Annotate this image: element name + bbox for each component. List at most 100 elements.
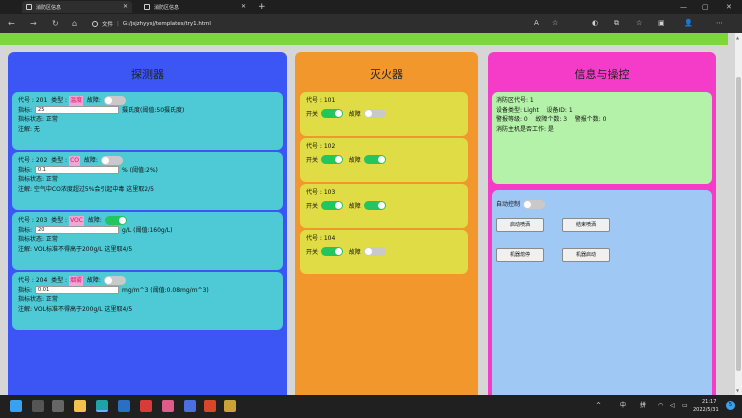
new-tab-button[interactable]: +	[258, 1, 266, 13]
fault-toggle[interactable]	[363, 201, 386, 210]
forward-icon[interactable]: →	[30, 18, 37, 29]
info-card: 消防区代号: 1 设备类型: Light 设备ID: 1 警报等级: 0 故障个…	[492, 92, 712, 184]
app-icon[interactable]	[162, 400, 174, 412]
close-icon[interactable]: ✕	[123, 3, 128, 10]
ime-mode[interactable]: 拼	[640, 402, 646, 410]
toggle-knob	[364, 110, 372, 117]
detector-code: 代号 : 202	[18, 157, 48, 164]
maximize-button[interactable]: ▢	[702, 1, 709, 13]
close-icon[interactable]: ✕	[241, 3, 246, 10]
read-aloud-icon[interactable]: A	[534, 18, 539, 29]
toggle-knob	[118, 217, 126, 225]
close-window-button[interactable]: ✕	[726, 1, 732, 13]
wifi-icon[interactable]: ◠	[658, 402, 663, 410]
fault-toggle[interactable]	[363, 109, 386, 118]
detector-note: 注解: 无	[18, 125, 40, 133]
minimize-button[interactable]: —	[680, 1, 687, 13]
clock-time[interactable]: 21:17	[702, 398, 716, 406]
scrollbar-thumb[interactable]	[736, 77, 741, 371]
app-icon[interactable]	[224, 400, 236, 412]
clock-date[interactable]: 2022/5/31	[693, 406, 719, 414]
task-view-icon[interactable]	[52, 400, 64, 412]
switch-label: 开关	[306, 111, 319, 118]
toggle-knob	[104, 97, 112, 105]
browser-tab-1[interactable]: 消防区信息 ✕	[22, 1, 132, 13]
battery-icon[interactable]: ▭	[682, 402, 688, 410]
url-field[interactable]: 文件 | G:/jsjzhyysj/templates/try1.html	[92, 17, 522, 30]
metric-unit: g/L (阈值:160g/L)	[122, 226, 173, 234]
start-icon[interactable]	[10, 400, 22, 412]
metric-input[interactable]: 25	[35, 106, 120, 115]
search-icon[interactable]	[32, 400, 44, 412]
fault-toggle[interactable]	[363, 155, 386, 164]
fault-toggle[interactable]	[103, 276, 126, 286]
fault-toggle[interactable]	[100, 156, 123, 166]
auto-control-toggle[interactable]	[523, 200, 546, 210]
scroll-down-icon[interactable]: ▼	[736, 388, 739, 393]
extinguisher-code: 代号 : 103	[306, 189, 336, 196]
fault-toggle[interactable]	[103, 96, 126, 106]
extinguisher-panel: 灭火器 代号 : 101 开关 故障 代号 : 102 开关 故障 代号 : 1…	[295, 52, 478, 395]
profile-icon[interactable]: 👤	[684, 18, 693, 29]
notification-badge[interactable]: 5	[726, 401, 735, 410]
switch-toggle[interactable]	[321, 109, 344, 118]
switch-toggle[interactable]	[321, 247, 344, 256]
file-explorer-icon[interactable]	[74, 400, 86, 412]
page-icon	[144, 4, 150, 10]
toggle-knob	[377, 202, 385, 209]
fault-toggle[interactable]	[363, 247, 386, 256]
extinguisher-card: 代号 : 102 开关 故障	[300, 138, 468, 182]
info-icon[interactable]	[92, 20, 98, 27]
refresh-icon[interactable]: ↻	[52, 18, 59, 29]
split-screen-icon[interactable]: ⧉	[614, 18, 619, 29]
app-icon[interactable]	[184, 400, 196, 412]
ime-language[interactable]: 中	[620, 402, 626, 410]
back-icon[interactable]: ←	[8, 18, 15, 29]
page-scrollbar[interactable]: ▲ ▼	[735, 33, 742, 395]
stop-machine-button[interactable]: 机器熄停	[496, 248, 544, 262]
browser-tab-2[interactable]: 消防区信息 ✕	[140, 1, 250, 13]
switch-toggle[interactable]	[321, 155, 344, 164]
stop-spray-button[interactable]: 结束喷洒	[562, 218, 610, 232]
toggle-knob	[101, 157, 109, 165]
tray-expand-icon[interactable]: ^	[596, 402, 601, 410]
start-spray-button[interactable]: 启动喷洒	[496, 218, 544, 232]
detector-note: 注解: VOL标准不得高于200g/L 这里取4/5	[18, 245, 133, 253]
switch-toggle[interactable]	[321, 201, 344, 210]
metric-unit: 摄氏度(阈值:50摄氏度)	[122, 106, 185, 114]
metric-status: 指标状态: 正常	[18, 236, 58, 243]
edge-browser-icon[interactable]	[96, 400, 108, 412]
toggle-knob	[335, 156, 343, 163]
metric-input[interactable]: 0.01	[35, 286, 120, 295]
fault-label: 故障:	[86, 97, 101, 104]
volume-icon[interactable]: ◁	[670, 402, 675, 410]
favorites-icon[interactable]: ☆	[636, 18, 642, 29]
detector-type-value: VOC	[69, 216, 84, 226]
metric-input[interactable]: 20	[35, 226, 120, 235]
toggle-knob	[335, 110, 343, 117]
favorite-icon[interactable]: ☆	[552, 18, 558, 29]
wps-icon[interactable]	[140, 400, 152, 412]
more-icon[interactable]: ⋯	[716, 18, 723, 29]
metric-input[interactable]: 0.1	[35, 166, 120, 175]
tab-label: 消防区信息	[36, 4, 62, 11]
scroll-up-icon[interactable]: ▲	[736, 35, 739, 40]
extinguisher-code: 代号 : 101	[306, 97, 336, 104]
vscode-icon[interactable]	[118, 400, 130, 412]
extinguisher-card: 代号 : 103 开关 故障	[300, 184, 468, 228]
collections-icon[interactable]: ▣	[658, 18, 665, 29]
info-control-panel: 信息与操控 消防区代号: 1 设备类型: Light 设备ID: 1 警报等级:…	[488, 52, 716, 395]
app-icon[interactable]	[204, 400, 216, 412]
detector-type-value: CO	[69, 156, 80, 166]
fault-toggle[interactable]	[104, 216, 127, 226]
fault-label: 故障	[348, 157, 361, 164]
metric-label: 指标:	[18, 226, 33, 234]
start-machine-button[interactable]: 机器启动	[562, 248, 610, 262]
toggle-knob	[335, 202, 343, 209]
detector-type-label: 类型 :	[51, 277, 68, 284]
control-card: 自动控制 启动喷洒 结束喷洒 机器熄停 机器启动	[492, 190, 712, 395]
toggle-knob	[335, 248, 343, 255]
page-content: 探测器 代号 : 201 类型 : 温度 故障: 指标: 25 摄氏度(阈值:50摄氏…	[0, 33, 735, 395]
extension-icon[interactable]: ◐	[592, 18, 598, 29]
home-icon[interactable]: ⌂	[72, 18, 77, 29]
